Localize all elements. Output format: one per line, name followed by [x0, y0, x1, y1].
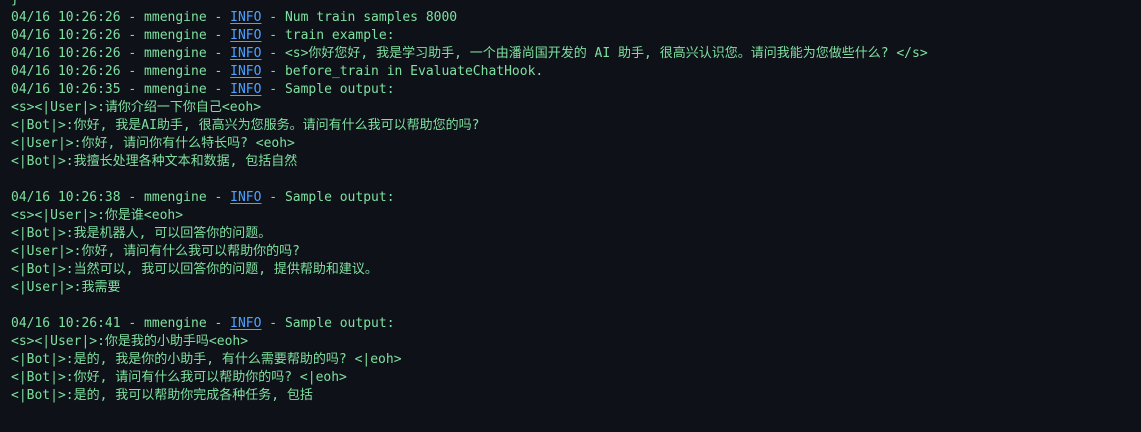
log-message: - Sample output:: [261, 82, 395, 97]
log-prefix: 04/16 10:26:26 - mmengine -: [11, 10, 231, 25]
log-message: - train example:: [261, 28, 395, 43]
log-body: 04/16 10:26:26 - mmengine - INFO - Num t…: [11, 9, 1141, 405]
log-level-link[interactable]: INFO: [230, 316, 261, 331]
log-message: - Num train samples 8000: [261, 10, 458, 25]
log-prefix: 04/16 10:26:26 - mmengine -: [11, 64, 231, 79]
sample-output-line: <s><|User|>:你是谁<eoh>: [11, 208, 184, 223]
log-message: - <s>你好您好, 我是学习助手, 一个由潘尚国开发的 AI 助手, 很高兴认…: [261, 46, 928, 61]
log-line: 04/16 10:26:35 - mmengine - INFO - Sampl…: [11, 81, 1141, 99]
log-level-link[interactable]: INFO: [230, 82, 261, 97]
sample-output-line: <|User|>:你好, 请问你有什么特长吗? <eoh>: [11, 136, 295, 151]
sample-output-line: <|Bot|>:你好, 我是AI助手, 很高兴为您服务。请问有什么我可以帮助您的…: [11, 118, 480, 133]
log-block: 04/16 10:26:41 - mmengine - INFO - Sampl…: [11, 315, 1141, 405]
sample-output-line: <|Bot|>:当然可以, 我可以回答你的问题, 提供帮助和建议。: [11, 262, 378, 277]
sample-output-line: <s><|User|>:请你介绍一下你自己<eoh>: [11, 100, 262, 115]
sample-output-line: <|Bot|>:是的, 我是你的小助手, 有什么需要帮助的吗? <|eoh>: [11, 352, 402, 367]
log-level-link[interactable]: INFO: [230, 190, 261, 205]
log-prefix: 04/16 10:26:26 - mmengine -: [11, 28, 231, 43]
log-line: 04/16 10:26:26 - mmengine - INFO - Num t…: [11, 9, 1141, 27]
terminal-output[interactable]: } 04/16 10:26:26 - mmengine - INFO - Num…: [0, 0, 1141, 432]
sample-output-line: <|Bot|>:我是机器人, 可以回答你的问题。: [11, 226, 272, 241]
sample-output-line: <|Bot|>:是的, 我可以帮助你完成各种任务, 包括: [11, 388, 313, 403]
log-level-link[interactable]: INFO: [230, 10, 261, 25]
sample-output-line: <s><|User|>:你是我的小助手吗<eoh>: [11, 334, 249, 349]
sample-output-line: <|Bot|>:我擅长处理各种文本和数据, 包括自然: [11, 154, 298, 169]
sample-output-line: <|Bot|>:你好, 请问有什么我可以帮助你的吗? <|eoh>: [11, 370, 347, 385]
log-prefix: 04/16 10:26:38 - mmengine -: [11, 190, 231, 205]
log-message: - before_train in EvaluateChatHook.: [261, 64, 544, 79]
log-line: 04/16 10:26:38 - mmengine - INFO - Sampl…: [11, 189, 1141, 207]
sample-output-line: <|User|>:我需要: [11, 280, 121, 295]
log-line: 04/16 10:26:26 - mmengine - INFO - train…: [11, 27, 1141, 45]
log-level-link[interactable]: INFO: [230, 64, 261, 79]
sample-output-line: <|User|>:你好, 请问有什么我可以帮助你的吗?: [11, 244, 300, 259]
log-level-link[interactable]: INFO: [230, 28, 261, 43]
log-prefix: 04/16 10:26:35 - mmengine -: [11, 82, 231, 97]
closing-brace: }: [11, 0, 1141, 9]
log-message: - Sample output:: [261, 190, 395, 205]
log-prefix: 04/16 10:26:26 - mmengine -: [11, 46, 231, 61]
log-line: 04/16 10:26:26 - mmengine - INFO - befor…: [11, 63, 1141, 81]
log-block: 04/16 10:26:38 - mmengine - INFO - Sampl…: [11, 189, 1141, 297]
log-line: 04/16 10:26:26 - mmengine - INFO - <s>你好…: [11, 45, 1141, 63]
log-level-link[interactable]: INFO: [230, 46, 261, 61]
log-message: - Sample output:: [261, 316, 395, 331]
log-block: 04/16 10:26:26 - mmengine - INFO - Num t…: [11, 9, 1141, 171]
log-line: 04/16 10:26:41 - mmengine - INFO - Sampl…: [11, 315, 1141, 333]
log-prefix: 04/16 10:26:41 - mmengine -: [11, 316, 231, 331]
